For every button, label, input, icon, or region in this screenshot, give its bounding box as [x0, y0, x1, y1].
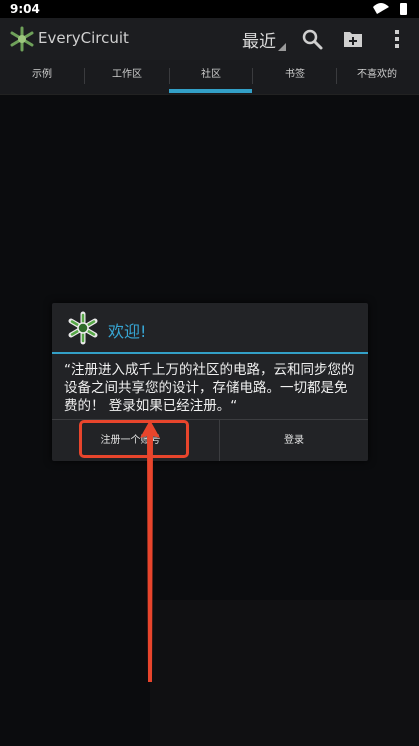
search-icon[interactable]: [300, 27, 324, 51]
app-logo-icon[interactable]: [8, 25, 36, 53]
battery-icon: [400, 3, 407, 15]
tab-workspace[interactable]: 工作区: [85, 60, 169, 94]
tab-examples[interactable]: 示例: [0, 60, 84, 94]
login-button[interactable]: 登录: [220, 420, 368, 461]
status-bar: 9:04: [0, 0, 419, 18]
action-bar: EveryCircuit 最近: [0, 18, 419, 60]
status-icons: [373, 3, 407, 15]
sort-dropdown[interactable]: 最近: [242, 25, 288, 53]
status-time: 9:04: [10, 2, 40, 16]
annotation-arrow-icon: [140, 420, 160, 682]
dialog-title: 欢迎!: [108, 322, 147, 341]
add-circuit-icon[interactable]: [341, 27, 365, 51]
dialog-divider: [52, 352, 368, 354]
active-tab-indicator: [169, 89, 252, 93]
background-content: [150, 600, 419, 746]
tab-bookmarks[interactable]: 书签: [253, 60, 337, 94]
sort-label: 最近: [242, 32, 276, 52]
overflow-menu-icon[interactable]: [385, 27, 409, 51]
wifi-icon: [373, 3, 389, 14]
dropdown-caret-icon: [278, 43, 286, 51]
dialog-message: “注册进入成千上万的社区的电路，云和同步您的设备之间共享您的设计，存储电路。一切…: [64, 362, 355, 414]
app-logo-icon: [68, 311, 98, 345]
app-title: EveryCircuit: [38, 29, 129, 47]
tab-disliked[interactable]: 不喜欢的: [335, 60, 419, 94]
